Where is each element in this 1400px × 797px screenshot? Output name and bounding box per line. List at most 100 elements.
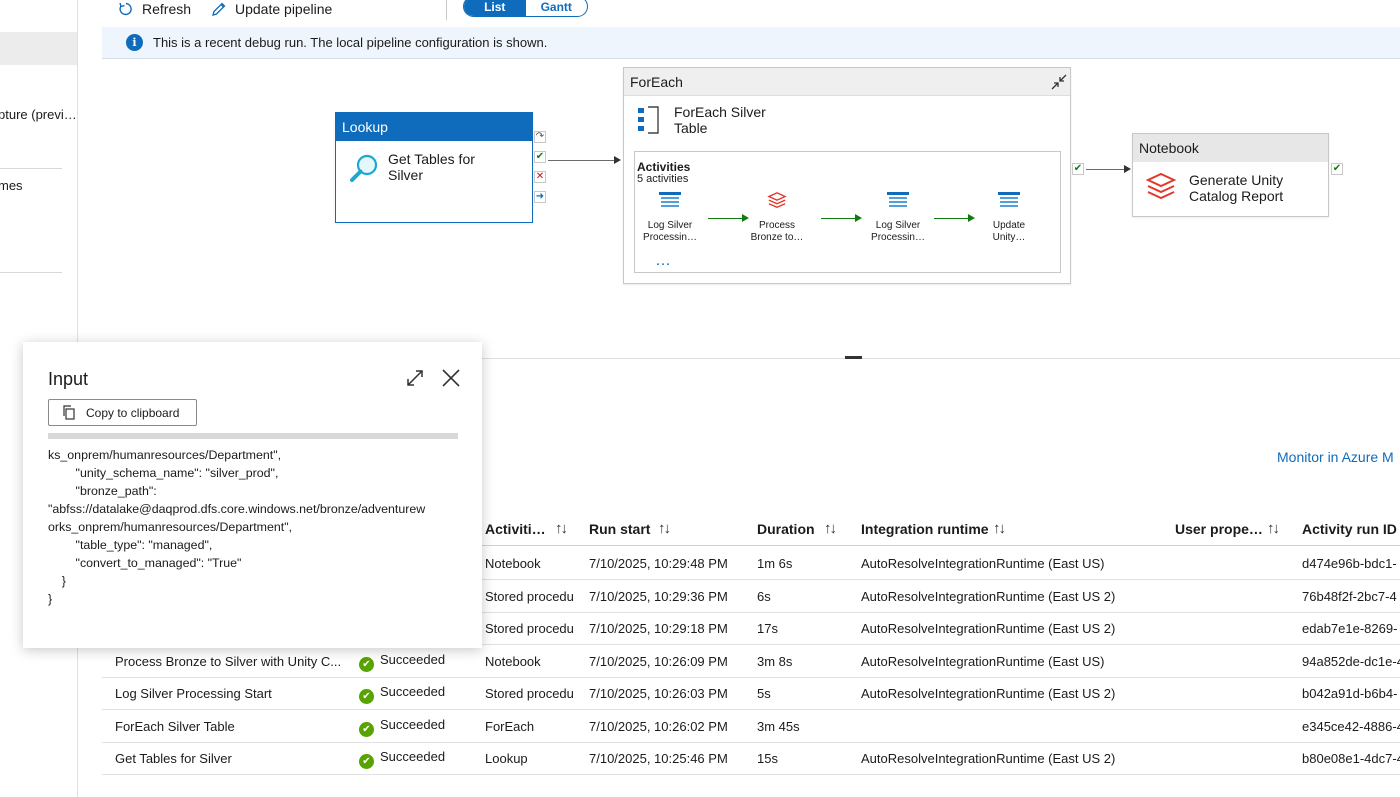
column-header-integration-runtime[interactable]: Integration runtime — [861, 521, 989, 537]
gantt-view-toggle[interactable]: Gantt — [526, 0, 588, 16]
activity-type-cell: ForEach — [485, 719, 535, 734]
activity-run-id-cell[interactable]: 94a852de-dc1e-4 — [1302, 654, 1400, 669]
status-cell: ✔ Succeeded — [359, 652, 445, 672]
monitor-in-azure-link[interactable]: Monitor in Azure M — [1277, 449, 1394, 465]
close-icon[interactable] — [441, 368, 461, 388]
activity-type-cell: Stored procedu — [485, 589, 574, 604]
table-row[interactable]: Log Silver Processing Start ✔ Succeeded S… — [102, 677, 1400, 710]
activity-type-cell: Stored procedu — [485, 686, 574, 701]
skip-handle-icon[interactable]: ↷ — [534, 131, 546, 143]
debug-info-banner: i This is a recent debug run. The local … — [102, 27, 1400, 59]
lookup-activity-type: Lookup — [336, 113, 532, 141]
column-header-activity-run-id[interactable]: Activity run ID — [1302, 521, 1397, 537]
sort-icon[interactable]: ↑↓ — [824, 520, 837, 537]
completion-handle-icon[interactable]: ➜ — [534, 191, 546, 203]
mini-activity-stored-procedure[interactable]: Log Silver Processin… — [858, 192, 938, 244]
left-nav-selected-item[interactable] — [0, 32, 77, 65]
stored-procedure-icon — [998, 192, 1020, 207]
databricks-icon — [767, 192, 787, 209]
copy-to-clipboard-button[interactable]: Copy to clipboard — [48, 399, 197, 426]
copy-icon — [63, 405, 75, 420]
refresh-label: Refresh — [142, 1, 192, 17]
activity-name-cell[interactable]: Log Silver Processing Start — [115, 686, 272, 701]
duration-cell: 5s — [757, 686, 771, 701]
status-cell: ✔ Succeeded — [359, 717, 445, 737]
lookup-activity-name: Silver — [388, 167, 424, 183]
left-nav-divider — [0, 168, 62, 169]
duration-cell: 17s — [757, 621, 778, 636]
failure-handle-icon[interactable]: ✕ — [534, 171, 546, 183]
activity-run-id-cell[interactable]: edab7e1e-8269- — [1302, 621, 1397, 636]
run-start-cell: 7/10/2025, 10:26:09 PM — [589, 654, 728, 669]
foreach-activity-type: ForEach — [624, 68, 1070, 96]
more-activities-ellipsis[interactable]: … — [655, 252, 673, 270]
notebook-activity-type: Notebook — [1133, 134, 1328, 162]
mini-activity-label: Log Silver — [647, 220, 693, 231]
mini-activity-stored-procedure[interactable]: Log Silver Processin… — [630, 192, 710, 244]
activity-run-id-cell[interactable]: 76b48f2f-2bc7-4 — [1302, 589, 1397, 604]
mini-connector — [934, 218, 970, 219]
status-cell: ✔ Succeeded — [359, 749, 445, 769]
activity-name-cell[interactable]: ForEach Silver Table — [115, 719, 235, 734]
splitter-grip[interactable] — [845, 356, 862, 359]
foreach-inner-activities[interactable]: Activities 5 activities Log Silver Proce… — [634, 151, 1061, 273]
left-nav-item[interactable]: mes — [0, 178, 23, 193]
mini-activity-stored-procedure[interactable]: Update Unity… — [969, 192, 1049, 244]
toolbar-separator — [446, 0, 447, 20]
notebook-activity-card[interactable]: Notebook Generate Unity Catalog Report — [1132, 133, 1329, 217]
foreach-to-notebook-connector — [1086, 169, 1124, 170]
stored-procedure-icon — [659, 192, 681, 207]
table-row[interactable]: Get Tables for Silver ✔ Succeeded Lookup … — [102, 742, 1400, 775]
column-header-duration[interactable]: Duration — [757, 521, 815, 537]
foreach-icon — [638, 106, 659, 134]
lookup-magnifier-icon — [350, 154, 378, 182]
scrolled-code-line-fragment — [48, 433, 458, 439]
refresh-icon — [119, 2, 132, 16]
duration-cell: 1m 6s — [757, 556, 793, 571]
refresh-button[interactable]: Refresh — [118, 0, 191, 18]
integration-runtime-cell: AutoResolveIntegrationRuntime (East US 2… — [861, 751, 1116, 766]
duration-cell: 3m 8s — [757, 654, 793, 669]
expand-icon[interactable] — [405, 368, 425, 388]
foreach-activity-card[interactable]: ForEach ForEach Silver Table Activities … — [623, 67, 1071, 284]
table-row[interactable]: ForEach Silver Table ✔ Succeeded ForEach … — [102, 710, 1400, 743]
column-header-user-properties[interactable]: User prope… — [1175, 521, 1263, 537]
column-header-activity-type[interactable]: Activiti… — [485, 521, 546, 537]
notebook-success-handle-icon[interactable]: ✔ — [1331, 163, 1343, 175]
foreach-success-handle-icon[interactable]: ✔ — [1072, 163, 1084, 175]
mini-activity-label: Processin… — [871, 232, 925, 243]
success-handle-icon[interactable]: ✔ — [534, 151, 546, 163]
left-nav-divider — [0, 272, 62, 273]
notebook-activity-name: Catalog Report — [1189, 188, 1284, 204]
left-nav-item[interactable]: pture (previ… — [0, 107, 77, 122]
sort-icon[interactable]: ↑↓ — [658, 520, 671, 537]
lookup-to-foreach-connector — [548, 160, 614, 161]
activity-run-id-cell[interactable]: e345ce42-4886-4 — [1302, 719, 1400, 734]
sort-icon[interactable]: ↑↓ — [555, 520, 568, 537]
info-icon: i — [126, 34, 143, 51]
mini-activity-label: Bronze to… — [750, 232, 804, 243]
activity-type-cell: Lookup — [485, 751, 528, 766]
activity-run-id-cell[interactable]: b042a91d-b6b4- — [1302, 686, 1397, 701]
table-row[interactable]: Process Bronze to Silver with Unity C...… — [102, 645, 1400, 678]
activity-name-cell[interactable]: Get Tables for Silver — [115, 751, 232, 766]
list-view-toggle[interactable]: List — [464, 0, 526, 16]
collapse-icon[interactable] — [1050, 73, 1068, 91]
activity-run-id-cell[interactable]: d474e96b-bdc1- — [1302, 556, 1397, 571]
duration-cell: 3m 45s — [757, 719, 800, 734]
duration-cell: 15s — [757, 751, 778, 766]
activity-name-cell[interactable]: Process Bronze to Silver with Unity C... — [115, 654, 341, 669]
sort-icon[interactable]: ↑↓ — [1267, 520, 1280, 537]
activities-title: Activities — [637, 160, 691, 174]
lookup-output-handles: ↷ ✔ ✕ ➜ — [534, 131, 546, 203]
lookup-activity-card[interactable]: Lookup Get Tables for Silver — [335, 112, 533, 223]
column-header-run-start[interactable]: Run start — [589, 521, 650, 537]
mini-activity-notebook[interactable]: Process Bronze to… — [737, 192, 817, 244]
update-pipeline-button[interactable]: Update pipeline — [210, 0, 332, 18]
sort-icon[interactable]: ↑↓ — [993, 520, 1006, 537]
mini-activity-label: Log Silver — [875, 220, 921, 231]
dialog-title: Input — [48, 369, 89, 389]
success-check-icon: ✔ — [359, 657, 374, 672]
activity-run-id-cell[interactable]: b80e08e1-4dc7-4 — [1302, 751, 1400, 766]
view-toggle: List Gantt — [463, 0, 588, 17]
